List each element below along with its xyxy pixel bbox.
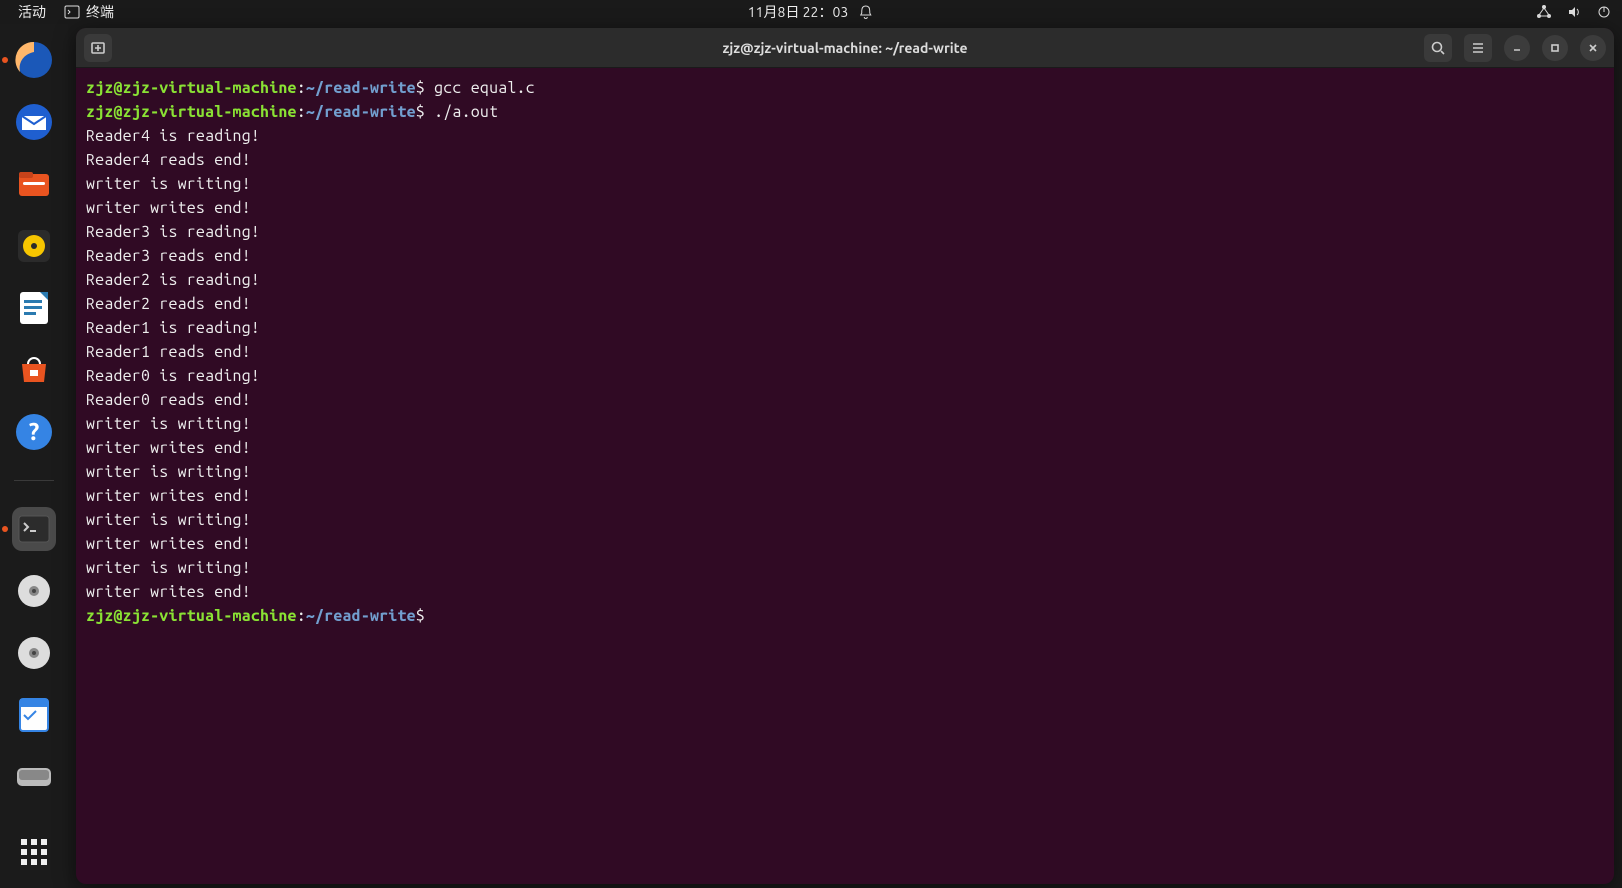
- output-line: Reader3 is reading!: [86, 220, 1604, 244]
- thunderbird-icon[interactable]: [12, 100, 56, 144]
- output-line: writer writes end!: [86, 196, 1604, 220]
- prompt-colon: :: [297, 103, 306, 121]
- dock: ?: [0, 24, 68, 888]
- app-name: 终端: [86, 2, 114, 22]
- prompt-path: ~/read-write: [306, 79, 416, 97]
- prompt-user: zjz@zjz-virtual-machine: [86, 79, 297, 97]
- prompt-dollar: $: [416, 103, 434, 121]
- output-line: Reader4 reads end!: [86, 148, 1604, 172]
- output-line: writer writes end!: [86, 580, 1604, 604]
- output-line: writer writes end!: [86, 484, 1604, 508]
- dock-separator: [14, 480, 54, 481]
- output-line: Reader2 reads end!: [86, 292, 1604, 316]
- ubuntu-software-icon[interactable]: [12, 348, 56, 392]
- command-text: ./a.out: [434, 103, 498, 121]
- close-button[interactable]: [1580, 35, 1606, 61]
- terminal-small-icon: [64, 5, 80, 19]
- output-line: writer is writing!: [86, 172, 1604, 196]
- prompt-path: ~/read-write: [306, 607, 416, 625]
- output-line: writer is writing!: [86, 508, 1604, 532]
- output-line: Reader1 reads end!: [86, 340, 1604, 364]
- prompt-user: zjz@zjz-virtual-machine: [86, 103, 297, 121]
- power-icon: [1596, 4, 1612, 20]
- prompt-line: zjz@zjz-virtual-machine:~/read-write$ gc…: [86, 76, 1604, 100]
- disc2-icon[interactable]: [12, 631, 56, 675]
- help-icon[interactable]: ?: [12, 410, 56, 454]
- menu-button[interactable]: [1464, 34, 1492, 62]
- output-line: Reader3 reads end!: [86, 244, 1604, 268]
- files-icon[interactable]: [12, 162, 56, 206]
- output-line: Reader0 is reading!: [86, 364, 1604, 388]
- output-line: Reader0 reads end!: [86, 388, 1604, 412]
- prompt-dollar: $: [416, 79, 434, 97]
- device-icon[interactable]: [12, 755, 56, 799]
- output-line: writer writes end!: [86, 436, 1604, 460]
- libreoffice-writer-icon[interactable]: [12, 286, 56, 330]
- output-line: writer is writing!: [86, 556, 1604, 580]
- rhythmbox-icon[interactable]: [12, 224, 56, 268]
- prompt-colon: :: [297, 607, 306, 625]
- output-line: Reader2 is reading!: [86, 268, 1604, 292]
- firefox-icon[interactable]: [12, 38, 56, 82]
- terminal-icon[interactable]: [12, 507, 56, 551]
- gnome-topbar: 活动 终端 11月8日 22：03: [0, 0, 1622, 24]
- command-text: gcc equal.c: [434, 79, 535, 97]
- svg-text:?: ?: [29, 418, 40, 445]
- prompt-line: zjz@zjz-virtual-machine:~/read-write$: [86, 604, 1604, 628]
- activities-button[interactable]: 活动: [18, 2, 46, 22]
- system-tray[interactable]: [1536, 4, 1612, 20]
- todo-icon[interactable]: [12, 693, 56, 737]
- prompt-user: zjz@zjz-virtual-machine: [86, 607, 297, 625]
- volume-icon: [1566, 4, 1582, 20]
- app-menu[interactable]: 终端: [64, 2, 114, 22]
- prompt-colon: :: [297, 79, 306, 97]
- terminal-window: zjz@zjz-virtual-machine: ~/read-write zj…: [76, 28, 1614, 884]
- maximize-button[interactable]: [1542, 35, 1568, 61]
- search-button[interactable]: [1424, 34, 1452, 62]
- output-line: writer writes end!: [86, 532, 1604, 556]
- titlebar: zjz@zjz-virtual-machine: ~/read-write: [76, 28, 1614, 68]
- network-icon: [1536, 4, 1552, 20]
- bell-icon: [858, 4, 874, 20]
- output-line: Reader4 is reading!: [86, 124, 1604, 148]
- clock[interactable]: 11月8日 22：03: [748, 2, 848, 22]
- terminal-output[interactable]: zjz@zjz-virtual-machine:~/read-write$ gc…: [76, 68, 1614, 636]
- output-line: Reader1 is reading!: [86, 316, 1604, 340]
- show-apps-icon[interactable]: [12, 830, 56, 874]
- output-line: writer is writing!: [86, 460, 1604, 484]
- prompt-dollar: $: [416, 607, 425, 625]
- disc1-icon[interactable]: [12, 569, 56, 613]
- prompt-path: ~/read-write: [306, 103, 416, 121]
- minimize-button[interactable]: [1504, 35, 1530, 61]
- window-title: zjz@zjz-virtual-machine: ~/read-write: [722, 40, 967, 56]
- prompt-line: zjz@zjz-virtual-machine:~/read-write$ ./…: [86, 100, 1604, 124]
- new-tab-button[interactable]: [84, 34, 112, 62]
- output-line: writer is writing!: [86, 412, 1604, 436]
